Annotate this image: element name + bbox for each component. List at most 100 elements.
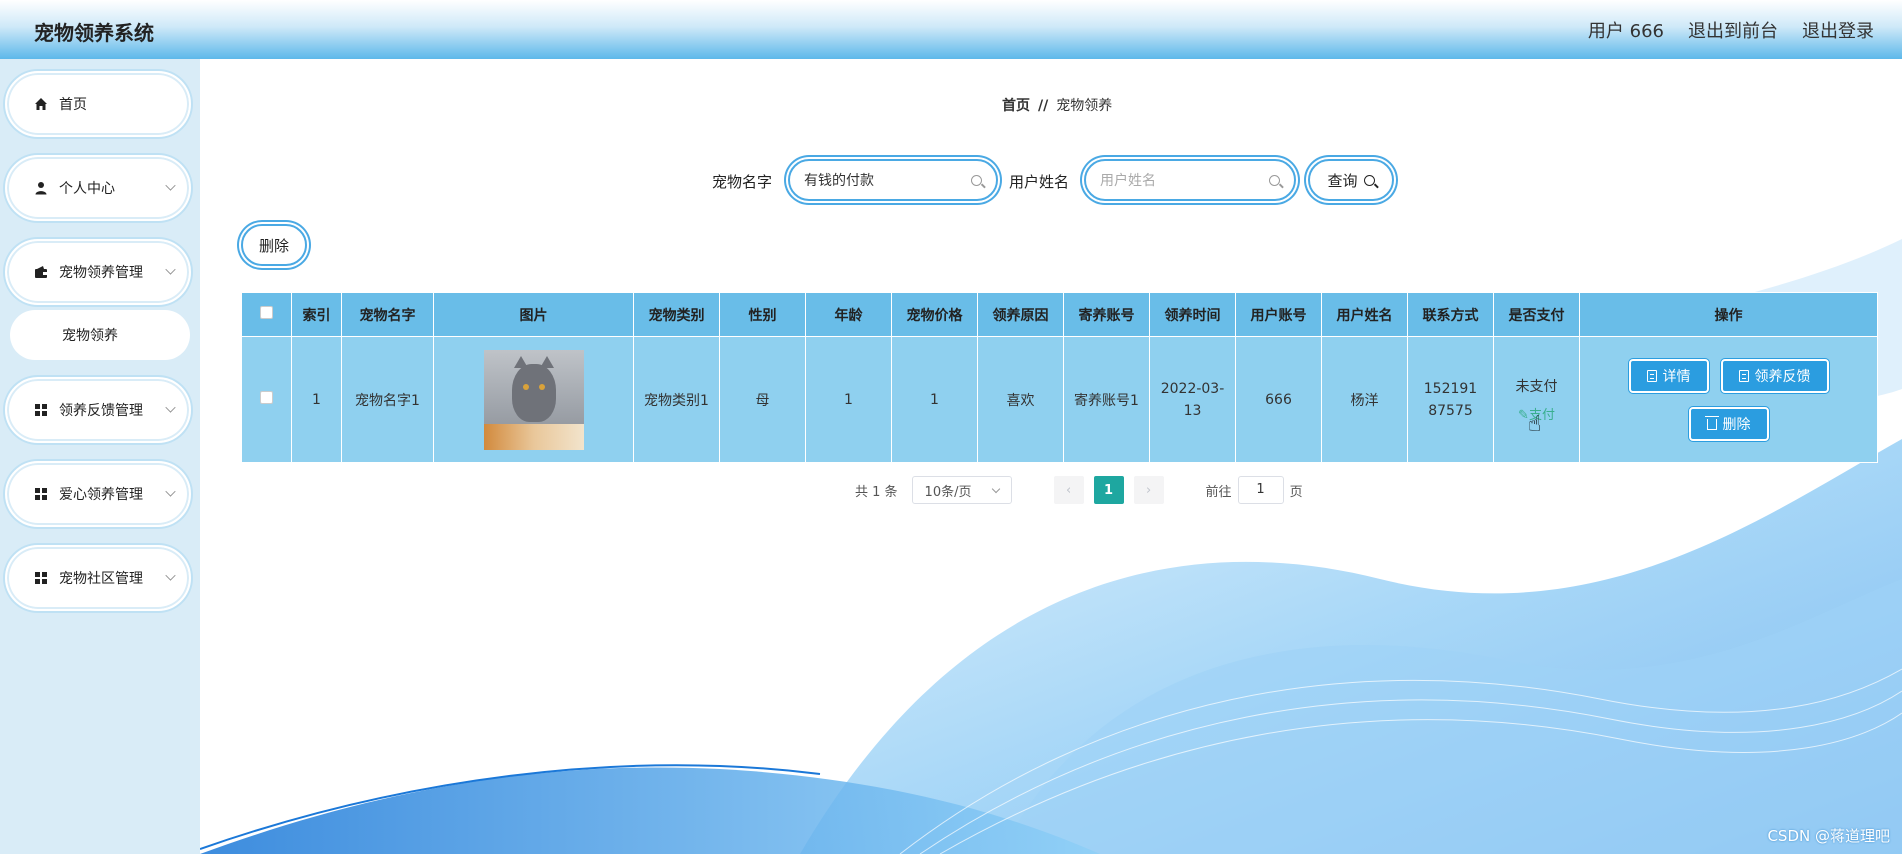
row-delete-button[interactable]: 删除 (1688, 406, 1769, 441)
app-title: 宠物领养系统 (34, 21, 154, 45)
pagination: 共 1 条 10条/页 ‹ 1 › 前往 1 页 (855, 476, 1303, 504)
paid-status-text: 未支付 (1515, 379, 1558, 395)
detail-button[interactable]: 详情 (1628, 358, 1709, 393)
sidebar: 首页 个人中心 宠物领养管理 宠物领养 领养反馈管理 爱心领养管理 宠物社区管理 (0, 59, 200, 854)
cell-contact: 15219187575 (1407, 336, 1494, 463)
page-size-select[interactable]: 10条/页 (911, 476, 1012, 504)
cell-adopt-time: 2022-03-13 (1149, 336, 1236, 463)
cell-index: 1 (291, 336, 342, 463)
search-icon (971, 174, 982, 186)
breadcrumb-current: 宠物领养 (1056, 98, 1113, 114)
row-delete-label: 删除 (1722, 416, 1751, 433)
sidebar-subitem-pet-adoption[interactable]: 宠物领养 (10, 310, 190, 360)
batch-delete-label: 删除 (258, 236, 289, 255)
feedback-button-label: 领养反馈 (1754, 368, 1811, 385)
sidebar-item-label: 宠物社区管理 (59, 571, 143, 587)
sidebar-item-feedback-manage[interactable]: 领养反馈管理 (5, 377, 191, 443)
sidebar-item-label: 首页 (59, 97, 87, 113)
column-header[interactable]: 图片 (433, 292, 634, 337)
cell-foster-account: 寄养账号1 (1063, 336, 1150, 463)
column-header[interactable]: 用户姓名 (1321, 292, 1408, 337)
row-select-cell[interactable] (241, 336, 292, 463)
column-header[interactable]: 联系方式 (1407, 292, 1494, 337)
mouse-pointer-icon: ☝ (1528, 412, 1542, 437)
chevron-right-icon: › (1145, 482, 1152, 498)
cell-user-account: 666 (1235, 336, 1322, 463)
chevron-down-icon (165, 486, 176, 497)
grid-icon (33, 570, 49, 586)
cell-operations: 详情 领养反馈 删除 (1579, 336, 1878, 463)
sidebar-item-label: 宠物领养 (62, 328, 118, 344)
user-name-label: 用户姓名 (1009, 173, 1070, 191)
trash-icon (1704, 416, 1719, 430)
cell-user-name: 杨洋 (1321, 336, 1408, 463)
sidebar-item-label: 个人中心 (59, 181, 115, 197)
cell-paid-status: 未支付 ✎支付 (1493, 336, 1580, 463)
chevron-left-icon: ‹ (1065, 482, 1072, 498)
adoption-table: 索引 宠物名字 图片 宠物类别 性别 年龄 宠物价格 领养原因 寄养账号 领养时… (241, 292, 1878, 463)
column-header[interactable]: 性别 (719, 292, 806, 337)
next-page-button[interactable]: › (1133, 476, 1164, 504)
prev-page-button[interactable]: ‹ (1053, 476, 1084, 504)
pet-photo[interactable] (483, 349, 584, 450)
select-all-header[interactable] (241, 292, 292, 337)
column-header[interactable]: 领养原因 (977, 292, 1064, 337)
sidebar-item-community-manage[interactable]: 宠物社区管理 (5, 545, 191, 611)
cell-pet-name: 宠物名字1 (341, 336, 434, 463)
chevron-down-icon (165, 402, 176, 413)
table-header-row: 索引 宠物名字 图片 宠物类别 性别 年龄 宠物价格 领养原因 寄养账号 领养时… (241, 292, 1878, 337)
document-icon (1646, 369, 1657, 382)
sidebar-item-label: 宠物领养管理 (59, 265, 143, 281)
feedback-button[interactable]: 领养反馈 (1720, 358, 1829, 393)
grid-icon (33, 402, 49, 418)
row-checkbox[interactable] (260, 391, 273, 404)
column-header[interactable]: 是否支付 (1493, 292, 1580, 337)
chevron-down-icon (165, 570, 176, 581)
top-header: 宠物领养系统 用户 666 退出到前台 退出登录 (0, 0, 1902, 59)
watermark: CSDN @蒋道理吧 (1767, 827, 1890, 845)
sidebar-item-label: 爱心领养管理 (59, 487, 143, 503)
column-header[interactable]: 索引 (291, 292, 342, 337)
cell-category: 宠物类别1 (633, 336, 720, 463)
select-all-checkbox[interactable] (260, 306, 273, 319)
breadcrumb-home[interactable]: 首页 (1002, 98, 1030, 114)
column-header[interactable]: 年龄 (805, 292, 892, 337)
detail-button-label: 详情 (1662, 368, 1691, 385)
user-name-placeholder: 用户姓名 (1100, 173, 1156, 189)
column-header[interactable]: 宠物类别 (633, 292, 720, 337)
pet-name-value: 有钱的付款 (804, 173, 874, 189)
sidebar-item-home[interactable]: 首页 (5, 71, 191, 137)
sidebar-item-label: 领养反馈管理 (59, 403, 143, 419)
contact-text: 15219187575 (1423, 380, 1478, 419)
cell-gender: 母 (719, 336, 806, 463)
exit-to-front-link[interactable]: 退出到前台 (1688, 17, 1778, 43)
cell-image (433, 336, 634, 463)
goto-label: 前往 (1205, 484, 1232, 500)
pet-name-input[interactable]: 有钱的付款 (788, 159, 998, 201)
sidebar-item-pet-adoption-manage[interactable]: 宠物领养管理 (5, 239, 191, 305)
sidebar-item-charity-adoption-manage[interactable]: 爱心领养管理 (5, 461, 191, 527)
chevron-down-icon (991, 484, 1000, 493)
user-name-input[interactable]: 用户姓名 (1084, 159, 1296, 201)
adopt-time-text: 2022-03-13 (1160, 380, 1225, 419)
sidebar-item-personal-center[interactable]: 个人中心 (5, 155, 191, 221)
user-icon (33, 180, 49, 196)
breadcrumb: 首页 // 宠物领养 (1002, 95, 1112, 115)
column-header: 操作 (1579, 292, 1878, 337)
column-header[interactable]: 领养时间 (1149, 292, 1236, 337)
breadcrumb-separator: // (1038, 98, 1049, 114)
cell-reason: 喜欢 (977, 336, 1064, 463)
column-header[interactable]: 用户账号 (1235, 292, 1322, 337)
logout-link[interactable]: 退出登录 (1802, 17, 1874, 43)
column-header[interactable]: 寄养账号 (1063, 292, 1150, 337)
wallet-icon (33, 264, 49, 280)
page-number-current[interactable]: 1 (1093, 476, 1124, 504)
query-button[interactable]: 查询 (1308, 159, 1394, 201)
page-jumper: 前往 1 页 (1206, 476, 1303, 504)
goto-page-input[interactable]: 1 (1237, 476, 1284, 504)
header-actions: 用户 666 退出到前台 退出登录 (1588, 17, 1874, 43)
batch-delete-button[interactable]: 删除 (241, 224, 307, 266)
column-header[interactable]: 宠物名字 (341, 292, 434, 337)
current-user: 用户 666 (1587, 21, 1664, 42)
column-header[interactable]: 宠物价格 (891, 292, 978, 337)
